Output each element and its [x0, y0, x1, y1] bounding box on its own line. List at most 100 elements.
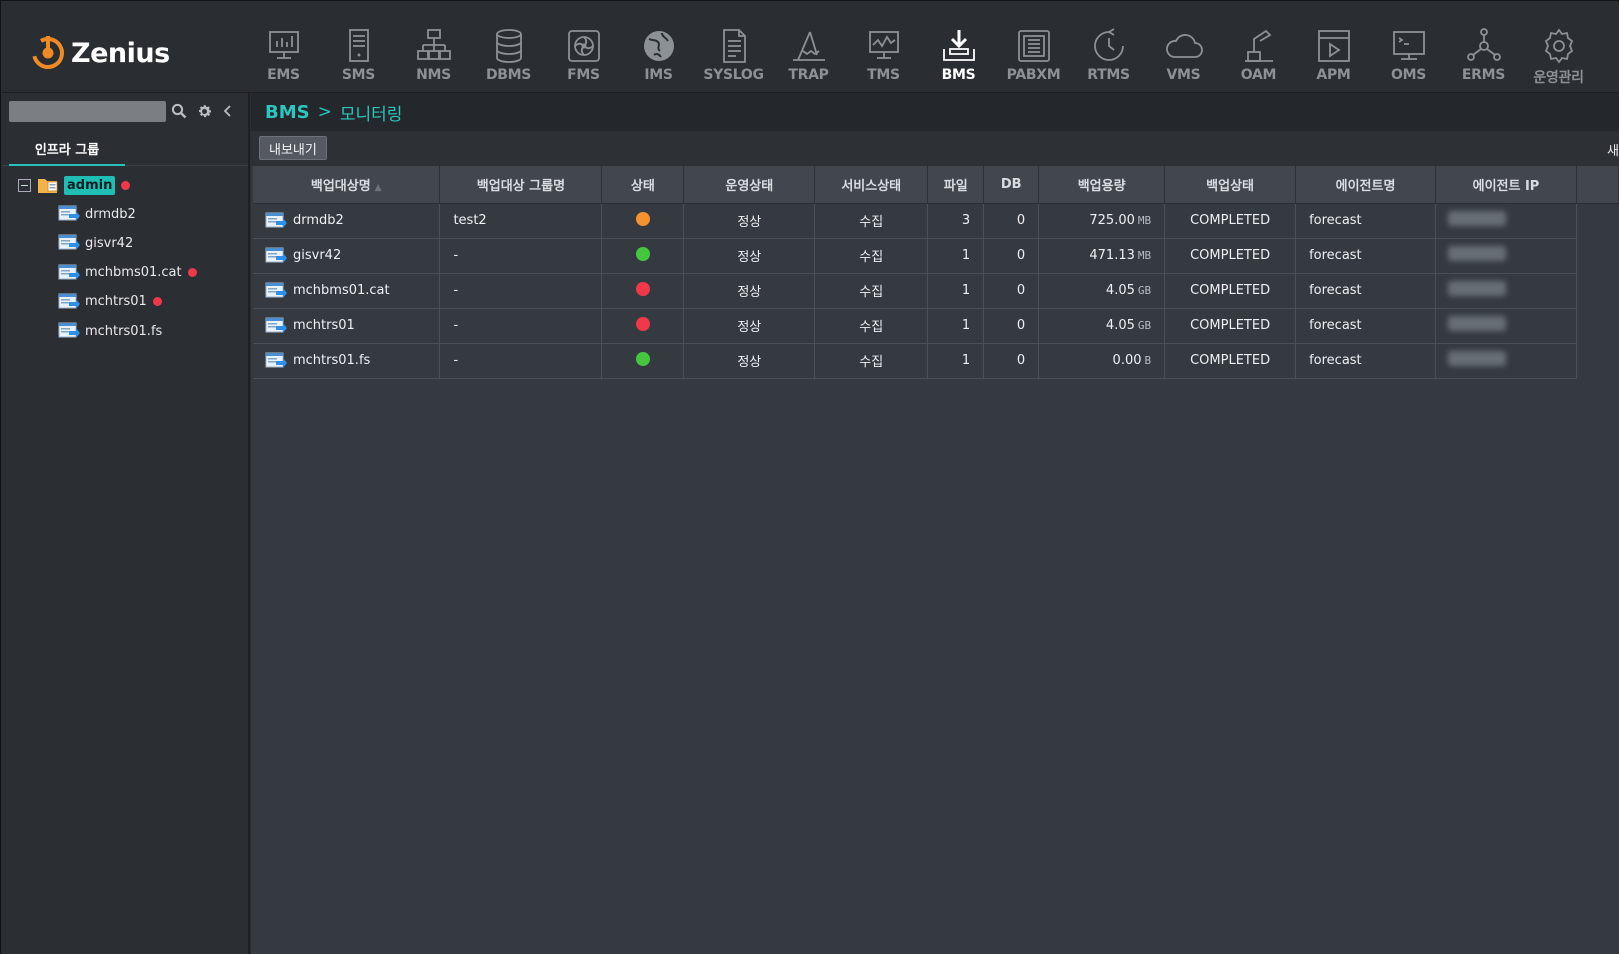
- cell-target-name[interactable]: mchtrs01: [253, 308, 441, 344]
- sidebar-search-input[interactable]: [9, 101, 166, 122]
- tree-item-mchtrs01[interactable]: mchtrs01: [58, 290, 162, 314]
- tree-root-admin[interactable]: admin: [18, 173, 131, 197]
- column-header[interactable]: 백업용량: [1038, 166, 1166, 204]
- module-pabxm[interactable]: PABXM: [996, 2, 1071, 92]
- cell-group: -: [439, 308, 603, 344]
- module-nms[interactable]: NMS: [396, 2, 471, 92]
- module-vms[interactable]: VMS: [1146, 2, 1221, 92]
- module-label: OMS: [1390, 67, 1427, 83]
- oam-module-icon: [1244, 29, 1273, 62]
- tree-item-gisvr42[interactable]: gisvr42: [58, 231, 133, 255]
- module-label: APM: [1316, 67, 1351, 83]
- settings-button[interactable]: [194, 101, 214, 121]
- search-icon: [171, 103, 187, 119]
- backup-target-icon: [58, 293, 80, 309]
- vms-module-icon: [1165, 34, 1203, 58]
- status-dot: [635, 246, 650, 261]
- module-bms[interactable]: BMS: [921, 2, 996, 92]
- table-row[interactable]: gisvr42- 정상 수집 1 0 471.13 MB COMPLETED forecast: [253, 238, 1619, 274]
- redacted-ip: [1448, 351, 1507, 366]
- module-sms[interactable]: SMS: [321, 2, 396, 92]
- cell-backup-status: COMPLETED: [1164, 238, 1297, 274]
- column-header[interactable]: 백업대상명 ▲: [253, 166, 441, 204]
- cell-status: [601, 273, 685, 309]
- cell-service-status: 수집: [814, 308, 929, 344]
- tree-item-mchtrs01-fs[interactable]: mchtrs01.fs: [58, 319, 162, 343]
- column-header-label: 에이전트명: [1335, 178, 1396, 194]
- tree-item-label: drmdb2: [85, 206, 136, 222]
- cell-target-name[interactable]: mchbms01.cat: [253, 273, 441, 309]
- backup-target-icon: [265, 352, 287, 368]
- column-header[interactable]: 에이전트 IP: [1435, 166, 1577, 204]
- cell-backup-status: COMPLETED: [1164, 343, 1297, 379]
- table-row[interactable]: mchtrs01- 정상 수집 1 0 4.05 GB COMPLETED forecast: [253, 308, 1619, 344]
- trap-module-icon: [792, 31, 825, 61]
- module-oms[interactable]: OMS: [1371, 2, 1446, 92]
- redacted-ip: [1448, 246, 1507, 261]
- cell-db: 0: [983, 273, 1040, 309]
- backup-target-icon: [265, 282, 287, 298]
- size-value: 0.00: [1112, 353, 1142, 368]
- row-filler: [1576, 308, 1619, 343]
- module-syslog[interactable]: SYSLOG: [696, 2, 771, 92]
- column-header[interactable]: 서비스상태: [814, 166, 929, 204]
- cell-service-status: 수집: [814, 273, 929, 309]
- module-erms[interactable]: ERMS: [1446, 2, 1521, 92]
- logo[interactable]: Zenius: [30, 35, 170, 71]
- column-header-label: 서비스상태: [841, 178, 902, 194]
- breadcrumb-section[interactable]: BMS: [265, 102, 310, 123]
- column-header[interactable]: 파일: [927, 166, 985, 204]
- size-value: 4.05: [1105, 318, 1135, 333]
- module-tms[interactable]: TMS: [846, 2, 921, 92]
- table-row[interactable]: mchtrs01.fs - 정상 수집 1 0 0.00 B COMPLETED forecast: [253, 343, 1619, 379]
- cell-db: 0: [983, 308, 1040, 344]
- sort-asc-icon[interactable]: ▲: [375, 183, 382, 193]
- fms-module-icon: [567, 30, 600, 62]
- module-admin[interactable]: 운영관리: [1521, 2, 1596, 92]
- module-fms[interactable]: FMS: [546, 2, 621, 92]
- search-button[interactable]: [169, 101, 189, 121]
- module-apm[interactable]: APM: [1296, 2, 1371, 92]
- column-header[interactable]: DB: [983, 166, 1040, 204]
- column-header[interactable]: 백업상태: [1164, 166, 1297, 204]
- module-ims[interactable]: IMS: [621, 2, 696, 92]
- module-ems[interactable]: EMS: [246, 2, 321, 92]
- cell-backup-status: COMPLETED: [1164, 273, 1297, 309]
- redacted-ip: [1448, 281, 1507, 296]
- page-title: 모니터링: [339, 104, 403, 125]
- refresh-button[interactable]: 새: [1607, 140, 1619, 159]
- collapse-toggle-icon[interactable]: [18, 178, 31, 192]
- module-label: TRAP: [788, 67, 829, 83]
- export-button[interactable]: 내보내기: [259, 136, 327, 160]
- row-filler: [1576, 203, 1619, 238]
- cell-target-name[interactable]: gisvr42: [253, 238, 441, 274]
- module-label: SYSLOG: [703, 67, 764, 83]
- cell-agent-ip: [1435, 238, 1577, 274]
- column-header[interactable]: 운영상태: [683, 166, 816, 204]
- module-oam[interactable]: OAM: [1221, 2, 1296, 92]
- module-trap[interactable]: TRAP: [771, 2, 846, 92]
- table-row[interactable]: drmdb2 test2 정상 수집 3 0 725.00 MB COMPLETED foreca…: [253, 203, 1619, 239]
- column-header[interactable]: 에이전트명: [1295, 166, 1437, 204]
- column-header[interactable]: 상태: [601, 166, 685, 204]
- module-dbms[interactable]: DBMS: [471, 2, 546, 92]
- cell-target-name[interactable]: mchtrs01.fs: [253, 343, 441, 379]
- bms-module-icon: [942, 30, 975, 61]
- cell-target-name[interactable]: drmdb2: [253, 203, 441, 239]
- cell-op-status: 정상: [683, 273, 816, 309]
- cell-group: -: [439, 238, 603, 274]
- table-row[interactable]: mchbms01.cat - 정상 수집 1 0 4.05 GB COMPLETED foreca…: [253, 273, 1619, 309]
- cell-status: [601, 343, 685, 379]
- erms-module-icon: [1466, 28, 1501, 61]
- tab-infra-group[interactable]: 인프라 그룹: [9, 133, 125, 166]
- cell-db: 0: [983, 203, 1040, 239]
- module-rtms[interactable]: RTMS: [1071, 2, 1146, 92]
- collapse-sidebar-button[interactable]: [218, 101, 238, 121]
- tree-root-label: admin: [64, 175, 116, 195]
- cell-status: [601, 238, 685, 274]
- chevron-left-icon: [223, 105, 231, 117]
- column-header[interactable]: 백업대상 그룹명: [439, 166, 603, 204]
- tree-item-drmdb2[interactable]: drmdb2: [58, 202, 136, 226]
- module-label: PABXM: [1006, 67, 1061, 83]
- tree-item-mchbms01-cat[interactable]: mchbms01.cat: [58, 261, 197, 285]
